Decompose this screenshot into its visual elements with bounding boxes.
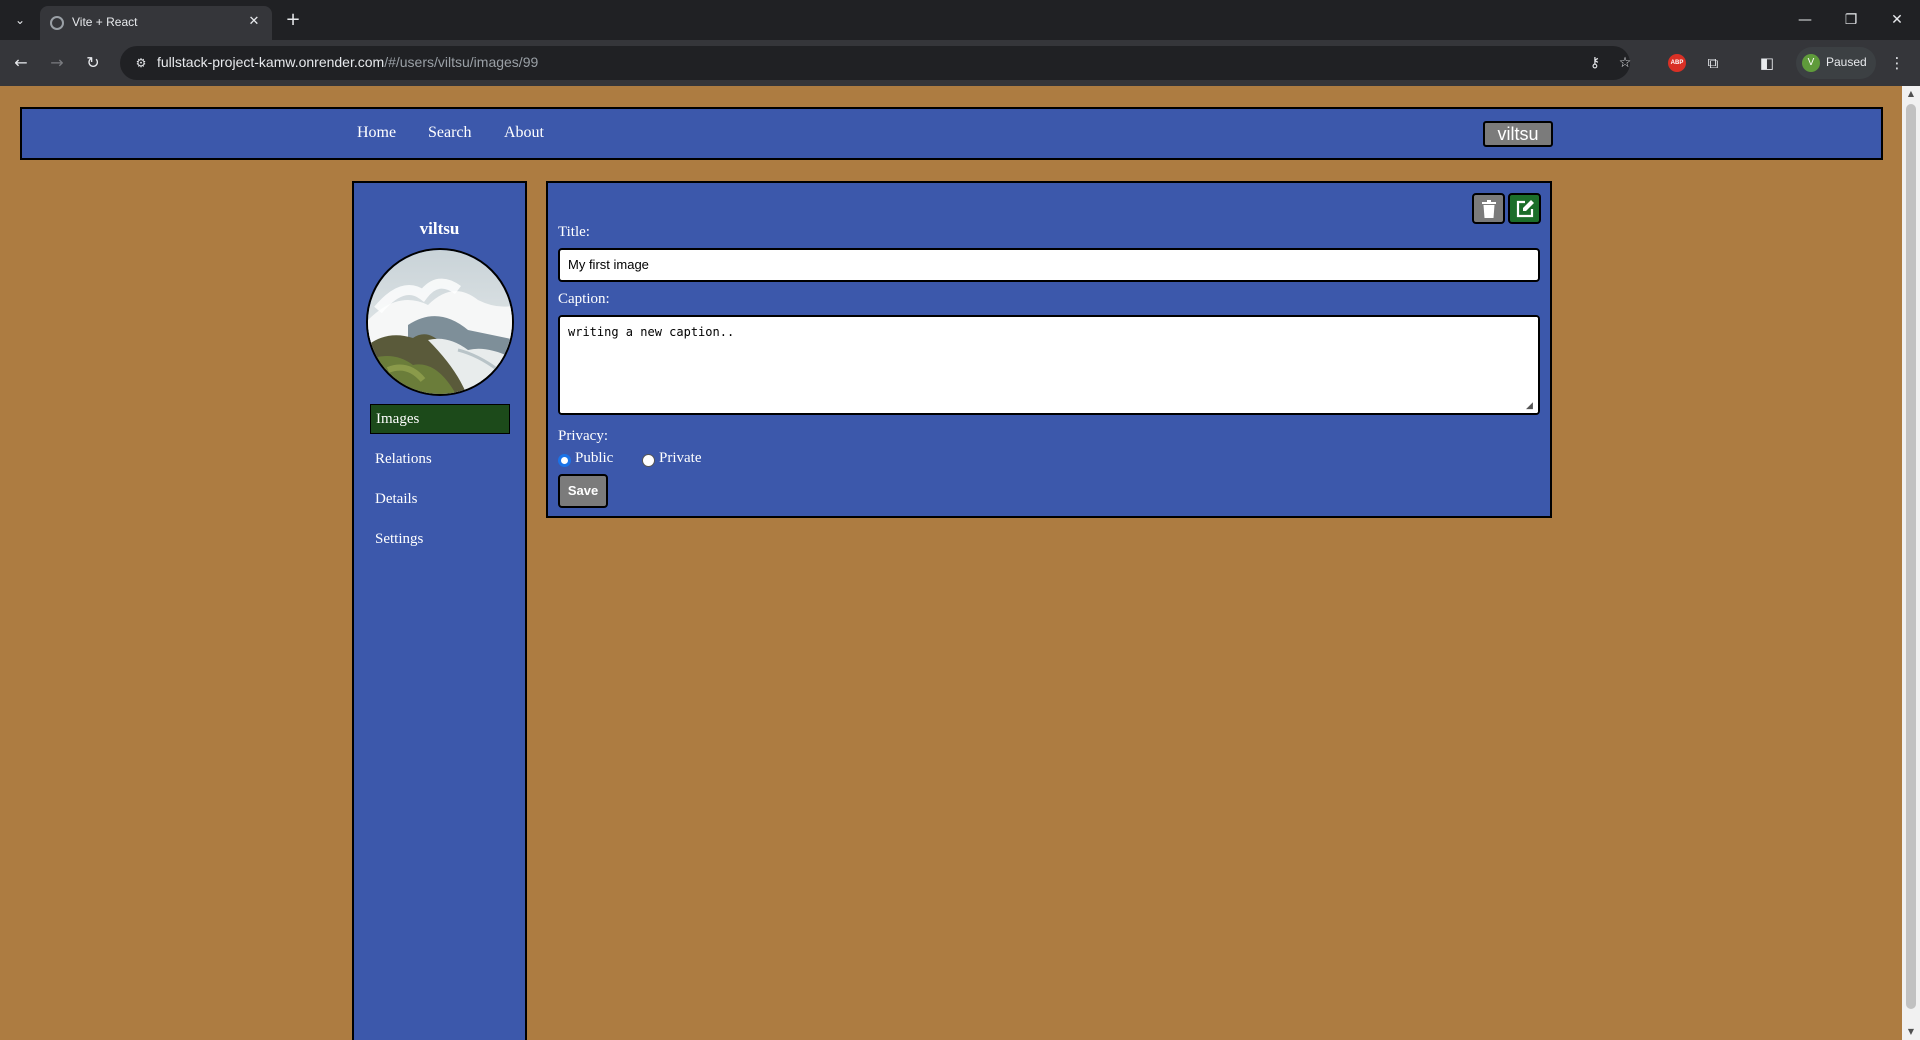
scroll-down-icon[interactable]: ▼	[1902, 1024, 1920, 1040]
arrow-right-icon: →	[50, 53, 64, 72]
edit-button[interactable]	[1508, 193, 1541, 224]
url-path: /#/users/viltsu/images/99	[384, 54, 539, 70]
chevron-down-icon: ⌄	[14, 13, 26, 27]
close-window-button[interactable]: ✕	[1880, 6, 1914, 34]
scrollbar-thumb[interactable]	[1906, 104, 1916, 1009]
tab-list-button[interactable]: ⌄	[10, 10, 30, 30]
new-tab-button[interactable]: +	[282, 9, 304, 31]
browser-tab-bar: ⌄ Vite + React ✕ + — ❐ ✕	[0, 0, 1920, 40]
title-input[interactable]: My first image	[558, 248, 1540, 282]
globe-icon	[50, 16, 64, 30]
bookmark-star-icon[interactable]: ☆	[1616, 54, 1634, 72]
trash-icon	[1482, 200, 1496, 218]
sidebar-item-settings[interactable]: Settings	[370, 524, 510, 554]
url-text: fullstack-project-kamw.onrender.com/#/us…	[157, 54, 538, 70]
nav-link-search[interactable]: Search	[428, 124, 472, 142]
privacy-public-label[interactable]: Public	[575, 450, 613, 467]
privacy-label: Privacy:	[558, 428, 608, 444]
address-bar[interactable]: ⚙ fullstack-project-kamw.onrender.com/#/…	[120, 46, 1631, 80]
profile-status: Paused	[1826, 55, 1867, 69]
top-navbar: Home Search About viltsu	[20, 107, 1883, 160]
image-edit-panel: Title: My first image Caption: writing a…	[546, 181, 1552, 518]
url-host: fullstack-project-kamw.onrender.com	[157, 54, 385, 70]
page-viewport: Home Search About viltsu viltsu Images R…	[0, 86, 1920, 1040]
sidebar-item-images[interactable]: Images	[370, 404, 510, 434]
save-button[interactable]: Save	[558, 474, 608, 508]
scroll-up-icon[interactable]: ▲	[1902, 86, 1920, 102]
caption-label: Caption:	[558, 291, 610, 307]
resize-grip-icon[interactable]: ◢	[1526, 401, 1536, 411]
minimize-icon: —	[1798, 12, 1812, 28]
close-tab-icon[interactable]: ✕	[246, 14, 262, 30]
edit-pencil-icon	[1516, 200, 1534, 218]
adblock-extension-icon[interactable]: ABP	[1668, 54, 1686, 72]
nav-link-about[interactable]: About	[504, 124, 544, 142]
reload-button[interactable]: ↻	[80, 50, 106, 76]
arrow-left-icon: ←	[14, 53, 28, 72]
tab-title: Vite + React	[72, 15, 138, 29]
sidebar-username: viltsu	[419, 219, 460, 238]
profile-button[interactable]: V Paused	[1796, 47, 1876, 79]
side-panel-icon[interactable]: ◧	[1756, 52, 1778, 74]
extensions-puzzle-icon[interactable]: ⧉	[1702, 52, 1724, 74]
profile-avatar-image	[366, 248, 514, 396]
close-icon: ✕	[1891, 12, 1903, 28]
password-key-icon[interactable]: ⚷	[1586, 54, 1604, 72]
forward-button[interactable]: →	[44, 50, 70, 76]
nav-link-home[interactable]: Home	[357, 124, 396, 142]
browser-tab[interactable]: Vite + React ✕	[40, 6, 272, 40]
minimize-button[interactable]: —	[1788, 6, 1822, 34]
profile-avatar: V	[1802, 54, 1820, 72]
caption-textarea[interactable]: writing a new caption..	[558, 315, 1540, 415]
sidebar-item-details[interactable]: Details	[370, 484, 510, 514]
title-label: Title:	[558, 224, 590, 240]
delete-button[interactable]	[1472, 193, 1505, 224]
privacy-private-radio[interactable]	[642, 454, 655, 467]
privacy-private-label[interactable]: Private	[659, 450, 702, 467]
menu-dots-icon[interactable]: ⋮	[1886, 52, 1908, 74]
page-scrollbar[interactable]: ▲ ▼	[1902, 86, 1920, 1040]
user-menu-button[interactable]: viltsu	[1483, 121, 1553, 147]
privacy-public-radio[interactable]	[558, 454, 571, 467]
site-info-icon[interactable]: ⚙	[132, 54, 150, 72]
back-button[interactable]: ←	[8, 50, 34, 76]
reload-icon: ↻	[86, 53, 100, 72]
plus-icon: +	[285, 9, 301, 30]
sidebar-item-relations[interactable]: Relations	[370, 444, 510, 474]
profile-sidebar: viltsu Images Relations Details Settings	[352, 181, 527, 1040]
restore-button[interactable]: ❐	[1834, 6, 1868, 34]
restore-icon: ❐	[1844, 12, 1858, 28]
browser-toolbar: ← → ↻ ⚙ fullstack-project-kamw.onrender.…	[0, 40, 1920, 86]
